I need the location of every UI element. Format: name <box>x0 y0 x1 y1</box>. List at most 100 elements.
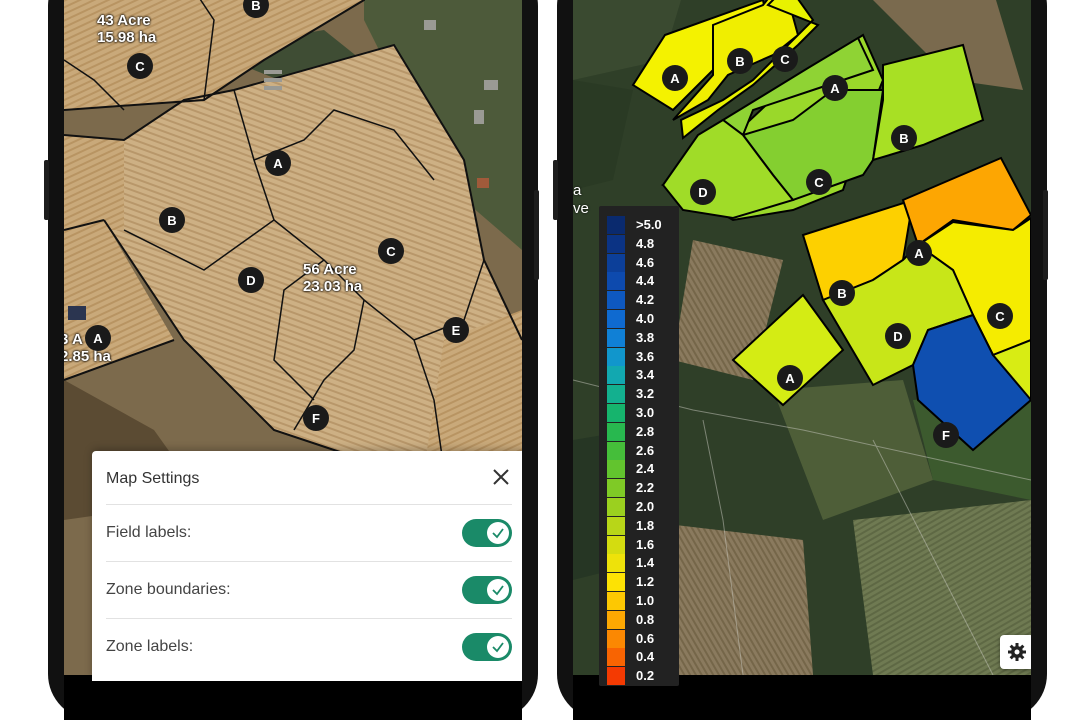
check-icon <box>487 522 509 544</box>
legend-label: 3.2 <box>636 386 655 402</box>
legend-swatch <box>607 385 625 404</box>
legend-label: 0.6 <box>636 630 655 646</box>
phone-left: 43 Acre 15.98 ha 56 Acre 23.03 ha 3 A 2.… <box>44 0 539 720</box>
legend-swatch <box>607 516 625 535</box>
field-label-43-acre: 43 Acre 15.98 ha <box>97 12 157 46</box>
zone-label[interactable]: F <box>933 422 959 448</box>
edge-text: ve <box>573 200 589 217</box>
volume-button <box>44 160 49 220</box>
settings-button[interactable] <box>1000 635 1031 669</box>
legend-label: 3.6 <box>636 348 655 364</box>
legend-swatch <box>607 216 625 234</box>
legend-swatch <box>607 573 625 592</box>
zone-label[interactable]: A <box>777 365 803 391</box>
field-label-56-acre: 56 Acre 23.03 ha <box>303 261 363 295</box>
zone-label[interactable]: B <box>159 207 185 233</box>
legend-label: 3.4 <box>636 367 655 383</box>
gear-icon <box>1008 643 1026 661</box>
legend-swatch <box>607 535 625 554</box>
zone-label[interactable]: E <box>443 317 469 343</box>
legend-label: 2.2 <box>636 480 655 496</box>
legend-label: >5.0 <box>636 217 662 232</box>
check-icon <box>487 579 509 601</box>
legend-label: 1.6 <box>636 536 655 552</box>
zone-label[interactable]: F <box>303 405 329 431</box>
legend-swatch <box>607 310 625 328</box>
legend-label: 3.8 <box>636 329 655 345</box>
legend-label: 1.0 <box>636 593 655 608</box>
legend-label: 3.0 <box>636 405 655 420</box>
screen-left: 43 Acre 15.98 ha 56 Acre 23.03 ha 3 A 2.… <box>64 0 522 720</box>
legend-swatch <box>607 610 625 629</box>
zone-labels-toggle[interactable] <box>462 633 512 661</box>
yield-legend: >5.0 4.8 4.6 4.4 4.2 4.0 3.8 3.6 3.4 3.2 3.0 2.8 2.6… <box>599 206 679 686</box>
legend-label: 0.2 <box>636 668 655 684</box>
legend-swatch <box>607 272 625 291</box>
legend-swatch <box>607 629 625 648</box>
check-icon <box>487 636 509 658</box>
legend-label: 4.2 <box>636 292 655 308</box>
legend-label: 0.8 <box>636 611 655 627</box>
power-button <box>534 190 539 280</box>
edge-text: a <box>573 182 582 199</box>
legend-swatch <box>607 498 625 516</box>
legend-label: 2.6 <box>636 442 655 458</box>
legend-label: 4.6 <box>636 254 655 270</box>
legend-swatch <box>607 554 625 573</box>
zone-label[interactable]: B <box>829 280 855 306</box>
field-labels-row: Field labels: <box>106 504 512 562</box>
legend-swatch <box>607 667 625 686</box>
zone-label[interactable]: B <box>891 125 917 151</box>
map-settings-title: Map Settings <box>106 470 200 487</box>
legend-label: 0.4 <box>636 649 655 665</box>
legend-label: 1.4 <box>636 555 655 571</box>
zone-label[interactable]: C <box>806 169 832 195</box>
legend-swatch <box>607 441 625 460</box>
power-button <box>1043 190 1048 280</box>
zone-labels-label: Zone labels: <box>106 638 194 655</box>
zone-label[interactable]: A <box>85 325 111 351</box>
zone-label[interactable]: A <box>906 240 932 266</box>
zone-label[interactable]: D <box>690 179 716 205</box>
legend-label: 1.2 <box>636 574 655 590</box>
zone-label[interactable]: A <box>822 75 848 101</box>
zone-labels-row: Zone labels: <box>106 618 512 676</box>
legend-label: 4.8 <box>636 235 655 251</box>
map-settings-panel: Map Settings Field labels: Zone boundari… <box>92 451 522 681</box>
zone-label[interactable]: C <box>127 53 153 79</box>
zone-label[interactable]: C <box>378 238 404 264</box>
legend-swatch <box>607 347 625 366</box>
legend-swatch <box>607 404 625 422</box>
legend-swatch <box>607 648 625 667</box>
zone-label[interactable]: A <box>265 150 291 176</box>
legend-swatch <box>607 479 625 498</box>
legend-label: 4.4 <box>636 273 655 289</box>
legend-swatch <box>607 592 625 610</box>
legend-swatch <box>607 253 625 272</box>
legend-label: 1.8 <box>636 517 655 533</box>
zone-label[interactable]: C <box>772 46 798 72</box>
volume-button <box>553 160 558 220</box>
screen-right: a ve A B C A B D C A B C D A F >5.0 4.8 4.… <box>573 0 1031 720</box>
legend-swatch <box>607 291 625 310</box>
zone-label[interactable]: B <box>727 48 753 74</box>
legend-swatch <box>607 460 625 479</box>
zone-label[interactable]: D <box>885 323 911 349</box>
zone-label[interactable]: C <box>987 303 1013 329</box>
legend-swatch <box>607 366 625 385</box>
zone-boundaries-toggle[interactable] <box>462 576 512 604</box>
field-labels-toggle[interactable] <box>462 519 512 547</box>
zone-label[interactable]: A <box>662 65 688 91</box>
zone-boundaries-label: Zone boundaries: <box>106 581 231 598</box>
legend-label: 2.8 <box>636 423 655 439</box>
zone-label[interactable]: D <box>238 267 264 293</box>
legend-label: 2.0 <box>636 499 655 514</box>
phone-right: a ve A B C A B D C A B C D A F >5.0 4.8 4.… <box>553 0 1048 720</box>
close-icon[interactable] <box>490 466 512 488</box>
legend-swatch <box>607 328 625 347</box>
legend-label: 2.4 <box>636 461 655 477</box>
legend-label: 4.0 <box>636 311 655 326</box>
field-labels-label: Field labels: <box>106 524 192 541</box>
legend-swatch <box>607 234 625 253</box>
legend-swatch <box>607 422 625 441</box>
